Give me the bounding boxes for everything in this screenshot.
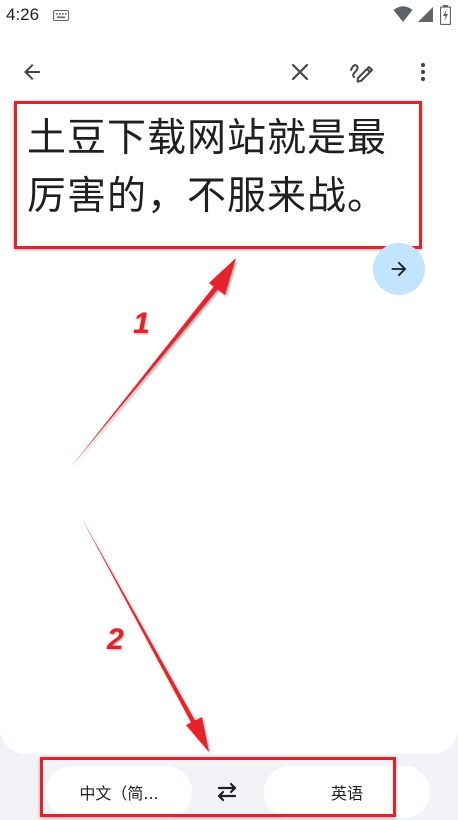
target-language-button[interactable]: 英语 — [264, 766, 430, 818]
keyboard-icon — [53, 10, 69, 21]
more-options-button[interactable] — [403, 52, 443, 92]
arrow-forward-icon — [391, 261, 407, 277]
language-selector-bar: 中文（简... 英语 — [0, 754, 458, 820]
status-bar: 4:26 — [0, 0, 458, 32]
translation-input-card: 土豆下载网站就是最厉害的，不服来战。 — [0, 32, 458, 754]
battery-charging-icon — [440, 5, 451, 25]
source-language-button[interactable]: 中文（简... — [46, 766, 192, 818]
swap-languages-button[interactable] — [207, 772, 247, 812]
status-time: 4:26 — [6, 5, 40, 24]
signal-icon — [418, 7, 433, 22]
handwriting-icon — [350, 64, 373, 83]
source-language-label: 中文（简... — [79, 784, 159, 803]
handwriting-button[interactable] — [342, 52, 382, 92]
swap-horiz-icon — [217, 782, 237, 802]
target-language-label: 英语 — [330, 784, 363, 803]
arrow-back-icon — [24, 64, 40, 80]
source-text-input[interactable]: 土豆下载网站就是最厉害的，不服来战。 — [27, 110, 417, 226]
annotation-label-2: 2 — [107, 623, 124, 656]
back-button[interactable] — [12, 52, 52, 92]
annotation-label-1: 1 — [133, 307, 150, 340]
close-icon — [291, 63, 309, 81]
translate-button[interactable] — [373, 243, 425, 295]
more-vert-icon — [420, 62, 426, 82]
wifi-icon — [393, 6, 413, 22]
clear-text-button[interactable] — [280, 52, 320, 92]
